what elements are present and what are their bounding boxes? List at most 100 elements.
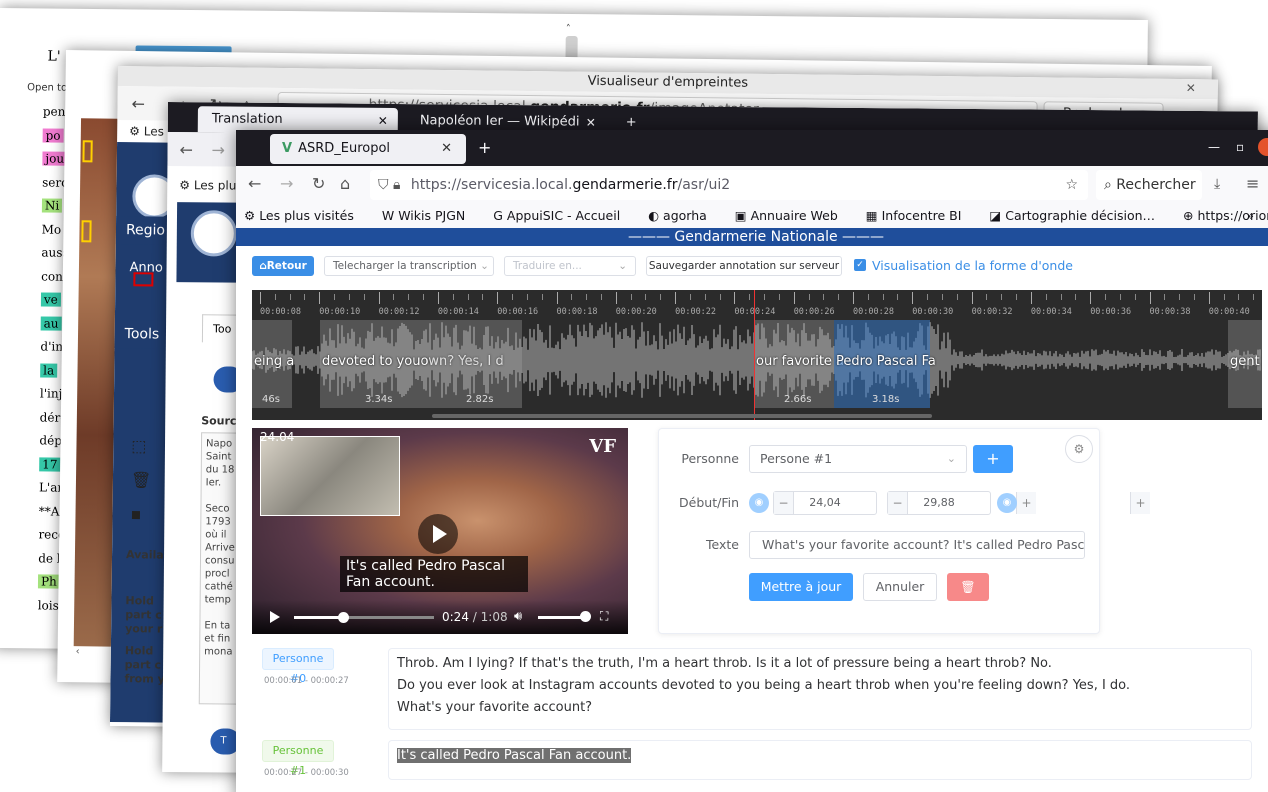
trash-icon[interactable]: 🗑 xyxy=(131,470,152,489)
search-box[interactable]: ⌕ Rechercher xyxy=(1096,170,1202,200)
menu-icon[interactable]: ≡ xyxy=(1246,174,1259,193)
set-start-icon[interactable]: ◉ xyxy=(749,493,769,513)
waveform-checkbox-label[interactable]: Visualisation de la forme d'onde xyxy=(872,258,1073,273)
tab-asrd-europol[interactable]: V ASRD_Europol ✕ xyxy=(270,134,466,164)
bookmark-item[interactable]: ⚙ Les plu xyxy=(179,178,236,192)
back-icon[interactable]: ← xyxy=(131,94,145,113)
bookmark-item[interactable]: ◐ agorha xyxy=(648,208,719,223)
timeline-minor-tick xyxy=(512,294,514,300)
source-line: Ier. xyxy=(205,477,222,489)
timeline-minor-tick xyxy=(393,294,395,300)
video-player[interactable]: 24.04 VF It's called Pedro Pascal Fan ac… xyxy=(252,428,628,634)
end-stepper[interactable]: − 29,88 + xyxy=(887,491,1150,515)
bookmark-star-icon[interactable]: ☆ xyxy=(1065,170,1078,200)
timeline-tick xyxy=(260,292,261,304)
play-overlay-button[interactable] xyxy=(418,514,458,554)
scroll-left-icon[interactable]: ‹ xyxy=(76,646,80,657)
tab-tools[interactable]: Too xyxy=(201,314,239,343)
bookmark-item[interactable]: W Wikis PJGN xyxy=(382,208,477,223)
document-line-text: au xyxy=(40,315,62,331)
bookmark-item[interactable]: ⚙ Les plus visités xyxy=(244,208,366,223)
download-transcription-dropdown[interactable]: Telecharger la transcription ⌄ xyxy=(324,256,494,276)
add-person-button[interactable]: + xyxy=(973,445,1013,473)
forward-icon[interactable]: → xyxy=(212,140,226,159)
play-icon[interactable] xyxy=(270,611,280,623)
source-line: temp xyxy=(204,594,231,606)
scroll-up-icon[interactable]: ˄ xyxy=(566,24,571,35)
segment-text[interactable]: It's called Pedro Pascal Fan account. xyxy=(388,740,1252,780)
speaker-tag[interactable]: Personne #0 xyxy=(262,648,334,685)
close-window-button[interactable] xyxy=(1258,138,1268,156)
segment-text[interactable]: Throb. Am I lying? If that's the truth, … xyxy=(388,648,1252,730)
timeline-minor-tick xyxy=(304,294,306,300)
timeline-minor-tick xyxy=(867,294,869,300)
decrement-button[interactable]: − xyxy=(888,492,908,514)
save-annotation-button[interactable]: Sauvegarder annotation sur serveur xyxy=(646,256,842,276)
volume-icon[interactable]: 🔊︎ xyxy=(514,609,522,624)
translate-select[interactable]: Traduire en... ⌄ xyxy=(504,256,636,276)
horizontal-scrollbar[interactable] xyxy=(432,414,932,418)
start-value[interactable]: 24,04 xyxy=(794,492,856,514)
timeline-tick xyxy=(971,292,973,304)
fullscreen-icon[interactable]: ⛶ xyxy=(600,609,608,624)
select-region-icon[interactable]: ⬚ xyxy=(131,436,146,455)
seek-knob[interactable] xyxy=(338,612,350,623)
rectangle-region-icon[interactable] xyxy=(133,272,154,287)
start-stepper[interactable]: − 24,04 + xyxy=(773,491,1036,515)
document-line-text: d'in xyxy=(40,339,64,354)
bookmark-item[interactable]: ▣ Annuaire Web xyxy=(735,208,850,223)
source-line: En ta xyxy=(204,620,231,632)
back-icon[interactable]: ← xyxy=(180,140,194,159)
more-bookmarks-icon[interactable]: » xyxy=(1246,204,1254,228)
source-line: cathé xyxy=(204,581,233,593)
timeline-tick xyxy=(378,292,380,304)
reload-icon[interactable]: ↻ xyxy=(312,174,325,193)
speaker-tag[interactable]: Personne #1 xyxy=(262,740,334,777)
bookmark-item[interactable]: ▦ Infocentre BI xyxy=(866,208,974,223)
update-button[interactable]: Mettre à jour xyxy=(749,573,853,601)
decrement-button[interactable]: − xyxy=(774,492,794,514)
bookmark-item[interactable]: ⊕ https://orion.local.ge… xyxy=(1183,208,1268,223)
increment-button[interactable]: + xyxy=(1130,492,1150,514)
texte-input[interactable]: What's your favorite account? It's calle… xyxy=(749,531,1085,559)
back-icon[interactable]: ← xyxy=(248,174,261,193)
annotation-box[interactable] xyxy=(82,140,93,163)
url-bar[interactable]: ⛉ 🔒︎ https://servicesia.local.gendarmeri… xyxy=(370,170,1088,200)
minimize-icon[interactable]: — xyxy=(1208,140,1220,154)
timeline-minor-tick xyxy=(600,294,602,300)
maximize-icon[interactable]: ▫ xyxy=(1236,140,1244,154)
increment-button[interactable]: + xyxy=(1016,492,1036,514)
settings-icon[interactable]: ⚙ xyxy=(1065,435,1093,463)
delete-button[interactable]: 🗑 xyxy=(947,573,989,601)
close-icon[interactable]: ✕ xyxy=(1186,81,1196,95)
inset-image xyxy=(260,436,400,516)
person-select[interactable]: Persone #1 ⌄ xyxy=(749,445,967,473)
annotation-box[interactable] xyxy=(81,220,92,243)
lock-icon: 🔒︎ xyxy=(392,177,401,193)
forward-icon[interactable]: → xyxy=(280,174,293,193)
set-end-icon[interactable]: ◉ xyxy=(997,493,1017,513)
end-value[interactable]: 29,88 xyxy=(908,492,970,514)
volume-knob[interactable] xyxy=(580,611,591,622)
playhead-cursor[interactable] xyxy=(754,290,755,420)
bookmark-item[interactable]: G AppuiSIC - Accueil xyxy=(493,208,632,223)
home-icon[interactable]: ⌂ xyxy=(340,174,350,193)
chevron-down-icon: ⌄ xyxy=(480,260,489,272)
new-tab-button[interactable]: + xyxy=(478,138,491,157)
close-tab-icon[interactable]: ✕ xyxy=(441,134,452,164)
timeline-minor-tick xyxy=(1179,294,1181,300)
seek-bar[interactable] xyxy=(294,612,434,623)
source-textarea[interactable]: Napo Saint du 18 Ier. Seco 1793 où il Arrive con… xyxy=(198,432,242,705)
timeline-tick xyxy=(734,292,736,304)
bookmark-item[interactable]: ◪ Cartographie décision… xyxy=(989,208,1167,223)
person-label: Personne xyxy=(681,451,739,466)
document-line-text: de l xyxy=(38,550,61,566)
timeline-minor-tick xyxy=(586,294,588,300)
timeline-minor-tick xyxy=(941,294,943,300)
save-icon[interactable]: ▪ xyxy=(130,504,141,523)
cancel-button[interactable]: Annuler xyxy=(863,573,937,601)
waveform-checkbox[interactable]: ✓ xyxy=(854,259,866,271)
waveform-panel[interactable]: 00:00:08 00:00:10 00:00:12 00:00:14 00:00:16… xyxy=(252,290,1262,420)
download-icon[interactable]: ⤓ xyxy=(1214,176,1220,192)
back-button[interactable]: ⌂Retour xyxy=(252,256,314,276)
